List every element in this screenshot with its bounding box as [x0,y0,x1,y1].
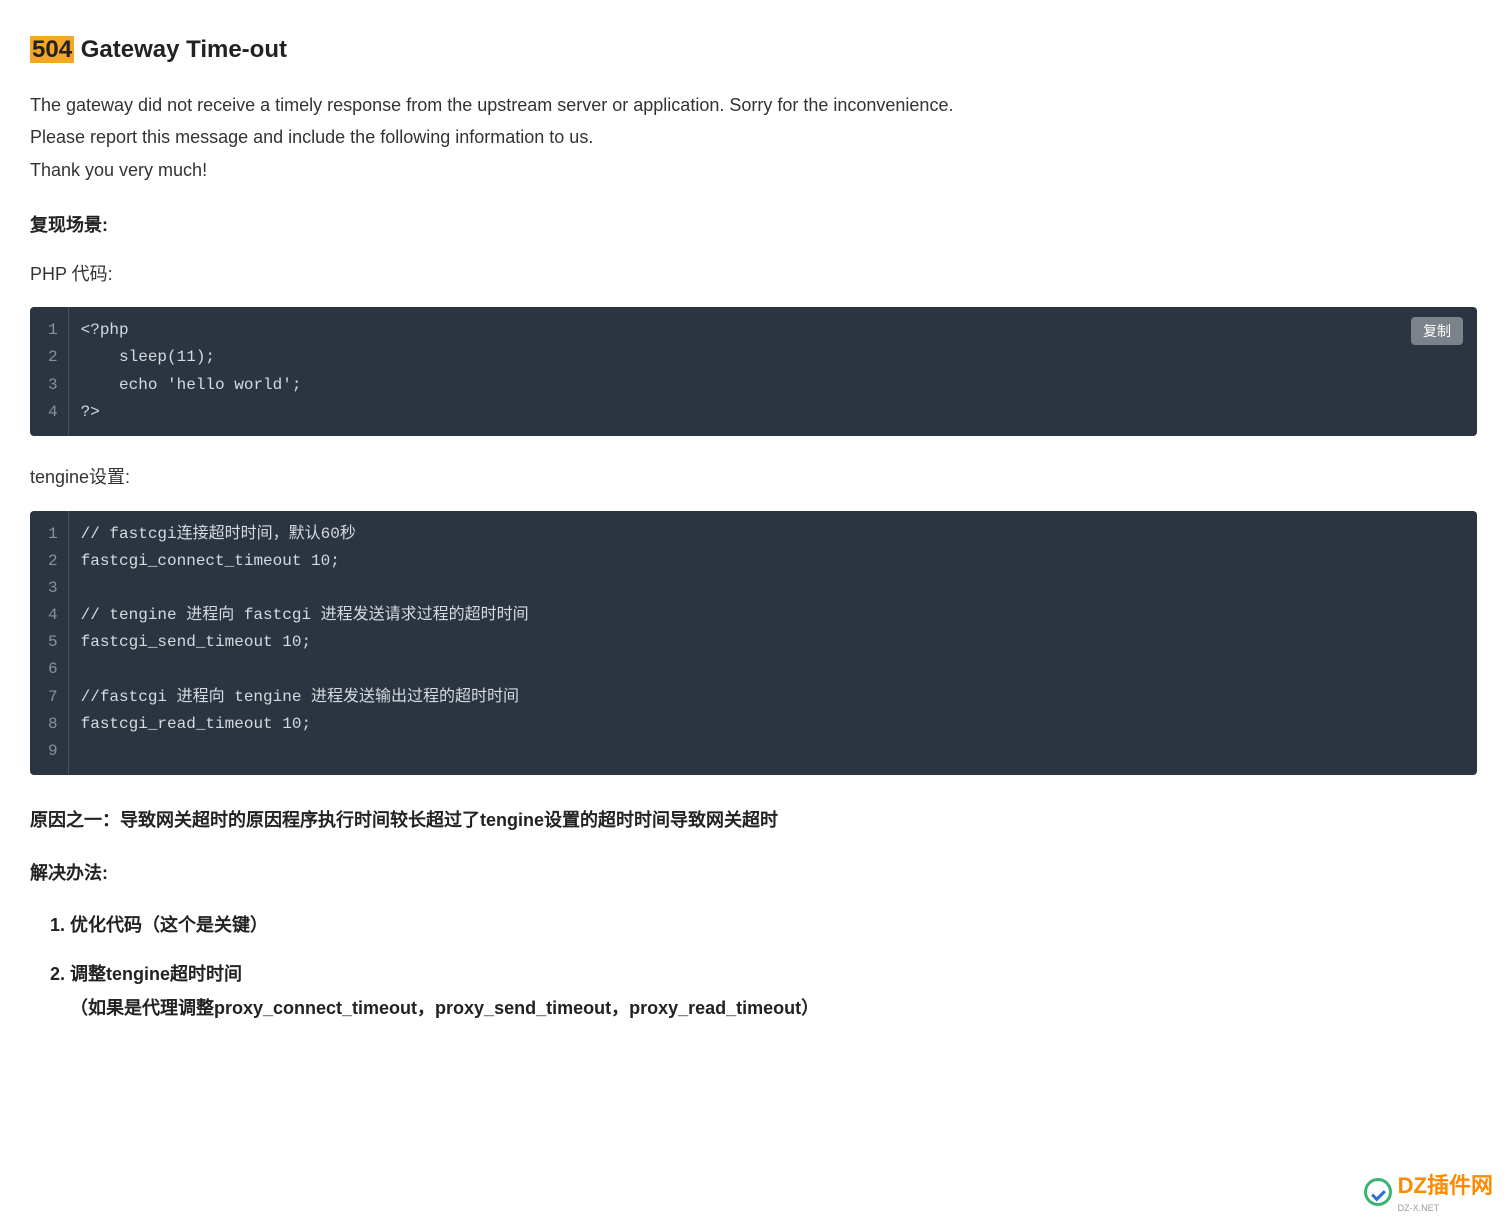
code-line: <?php [68,307,1477,344]
page-title: 504 Gateway Time-out [30,30,1477,71]
line-number: 2 [30,548,68,575]
line-number: 5 [30,629,68,656]
code-row: 1<?php [30,307,1477,344]
intro-block: The gateway did not receive a timely res… [30,89,1477,186]
code-row: 6 [30,656,1477,683]
code-line: ?> [68,399,1477,436]
code-line: sleep(11); [68,344,1477,371]
code-row: 4?> [30,399,1477,436]
watermark-text: DZ插件网 [1398,1173,1493,1198]
line-number: 3 [30,372,68,399]
cause-heading: 原因之一：导致网关超时的原因程序执行时间较长超过了tengine设置的超时时间导… [30,805,1477,836]
line-number: 9 [30,738,68,775]
code-line: fastcgi_read_timeout 10; [68,711,1477,738]
title-rest: Gateway Time-out [74,36,287,63]
watermark-sub: DZ-X.NET [1398,1201,1493,1216]
intro-line-1: The gateway did not receive a timely res… [30,89,1477,121]
code-line: fastcgi_send_timeout 10; [68,629,1477,656]
code-row: 9 [30,738,1477,775]
line-number: 1 [30,511,68,548]
code-line: // fastcgi连接超时时间，默认60秒 [68,511,1477,548]
tengine-label: tengine设置: [30,462,1477,493]
solve-label: 解决办法: [30,858,1477,889]
code-row: 3 [30,575,1477,602]
solutions-list: 优化代码（这个是关键） 调整tengine超时时间 （如果是代理调整proxy_… [70,908,1477,1025]
code-line [68,656,1477,683]
code-row: 2fastcgi_connect_timeout 10; [30,548,1477,575]
code-row: 1// fastcgi连接超时时间，默认60秒 [30,511,1477,548]
code-line [68,738,1477,775]
solution-text: 优化代码（这个是关键） [70,915,268,935]
line-number: 3 [30,575,68,602]
code-block-tengine: 1// fastcgi连接超时时间，默认60秒 2fastcgi_connect… [30,511,1477,776]
code-line: echo 'hello world'; [68,372,1477,399]
intro-line-2: Please report this message and include t… [30,121,1477,153]
code-row: 7//fastcgi 进程向 tengine 进程发送输出过程的超时时间 [30,684,1477,711]
watermark-logo-icon [1364,1178,1392,1206]
line-number: 4 [30,399,68,436]
line-number: 4 [30,602,68,629]
php-label: PHP 代码: [30,259,1477,290]
copy-button[interactable]: 复制 [1411,317,1463,345]
code-table: 1<?php 2 sleep(11); 3 echo 'hello world'… [30,307,1477,436]
solution-item-1: 优化代码（这个是关键） [70,908,1477,942]
line-number: 7 [30,684,68,711]
code-line: //fastcgi 进程向 tengine 进程发送输出过程的超时时间 [68,684,1477,711]
line-number: 2 [30,344,68,371]
code-row: 4// tengine 进程向 fastcgi 进程发送请求过程的超时时间 [30,602,1477,629]
title-highlight: 504 [30,36,74,63]
watermark: DZ插件网 DZ-X.NET [1364,1167,1493,1216]
solution-item-2: 调整tengine超时时间 （如果是代理调整proxy_connect_time… [70,957,1477,1025]
code-line: fastcgi_connect_timeout 10; [68,548,1477,575]
code-block-php: 复制 1<?php 2 sleep(11); 3 echo 'hello wor… [30,307,1477,436]
solution-subtext: （如果是代理调整proxy_connect_timeout，proxy_send… [70,991,1477,1025]
code-row: 2 sleep(11); [30,344,1477,371]
line-number: 8 [30,711,68,738]
code-line: // tengine 进程向 fastcgi 进程发送请求过程的超时时间 [68,602,1477,629]
code-row: 8fastcgi_read_timeout 10; [30,711,1477,738]
solution-text: 调整tengine超时时间 [70,964,242,984]
line-number: 1 [30,307,68,344]
intro-line-3: Thank you very much! [30,154,1477,186]
code-line [68,575,1477,602]
code-table: 1// fastcgi连接超时时间，默认60秒 2fastcgi_connect… [30,511,1477,776]
watermark-text-wrap: DZ插件网 DZ-X.NET [1398,1167,1493,1216]
code-row: 5fastcgi_send_timeout 10; [30,629,1477,656]
code-row: 3 echo 'hello world'; [30,372,1477,399]
line-number: 6 [30,656,68,683]
scenario-label: 复现场景: [30,210,1477,241]
